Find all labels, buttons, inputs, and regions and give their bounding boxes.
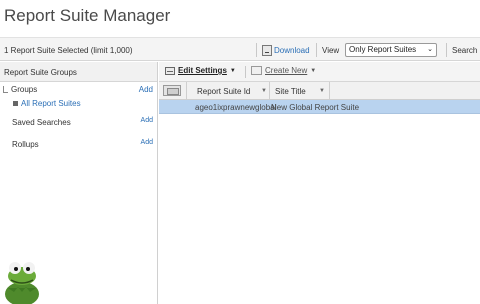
title-bar: Report Suite Manager <box>0 0 480 36</box>
column-divider <box>329 82 330 100</box>
toolbar-divider <box>245 66 246 78</box>
add-saved-search-button[interactable]: Add <box>141 117 153 124</box>
tree-item-all-report-suites[interactable]: All Report Suites <box>0 96 157 110</box>
filter-icon[interactable]: ▼ <box>319 88 325 94</box>
settings-icon <box>165 66 175 75</box>
view-select-value: Only Report Suites <box>349 45 417 54</box>
section-saved-searches[interactable]: Saved Searches Add <box>0 112 157 132</box>
edit-settings-button[interactable]: Edit Settings ▼ <box>165 66 236 75</box>
page-title: Report Suite Manager <box>4 6 171 25</box>
chevron-down-icon: ▼ <box>229 67 236 74</box>
report-suite-id-cell: ageo1ixprawnewglobal <box>195 103 277 112</box>
report-suite-icon <box>13 101 18 106</box>
chevron-down-icon: ⌄ <box>427 46 433 53</box>
toolbar-divider <box>316 43 317 57</box>
view-label: View <box>322 46 340 55</box>
grid-toolbar: Edit Settings ▼ Create New ▼ <box>159 62 480 82</box>
rollups-label: Rollups <box>12 140 39 149</box>
site-title-cell: New Global Report Suite <box>271 103 360 112</box>
saved-searches-label: Saved Searches <box>12 118 71 127</box>
download-icon <box>262 44 272 56</box>
tree-branch-icon <box>3 86 8 93</box>
pane-header: Report Suite Groups <box>0 62 157 82</box>
create-new-button[interactable]: Create New ▼ <box>251 66 316 75</box>
column-header-report-suite-id[interactable]: Report Suite Id <box>197 87 250 96</box>
kermit-frog-image <box>5 262 39 304</box>
add-group-button[interactable]: Add <box>139 85 153 94</box>
selection-status: 1 Report Suite Selected (limit 1,000) <box>4 46 133 55</box>
download-label: Download <box>274 45 310 55</box>
search-button[interactable]: Search <box>452 46 477 55</box>
top-toolbar: 1 Report Suite Selected (limit 1,000) Do… <box>0 37 480 61</box>
edit-settings-label: Edit Settings <box>178 66 227 75</box>
grid-header: Report Suite Id ▼ Site Title ▼ <box>159 82 480 100</box>
create-icon <box>251 66 262 75</box>
toolbar-divider <box>446 43 447 57</box>
column-divider <box>186 82 187 100</box>
section-rollups[interactable]: Rollups Add <box>0 134 157 154</box>
groups-label: Groups <box>11 85 38 94</box>
tree-item-groups[interactable]: Groups Add <box>0 82 157 96</box>
create-new-label: Create New <box>265 66 308 75</box>
chevron-down-icon: ▼ <box>310 67 317 74</box>
column-divider <box>269 82 270 100</box>
column-header-site-title[interactable]: Site Title <box>275 87 306 96</box>
filter-icon[interactable]: ▼ <box>261 88 267 94</box>
column-chooser-icon[interactable] <box>163 85 181 96</box>
table-row[interactable]: ageo1ixprawnewglobal New Global Report S… <box>159 100 480 114</box>
report-suites-pane: Edit Settings ▼ Create New ▼ Report Suit… <box>159 62 480 304</box>
view-select[interactable]: Only Report Suites ⌄ <box>345 43 437 57</box>
all-report-suites-label: All Report Suites <box>21 99 81 108</box>
toolbar-divider <box>256 43 257 57</box>
download-button[interactable]: Download <box>262 43 310 57</box>
add-rollup-button[interactable]: Add <box>141 139 153 146</box>
